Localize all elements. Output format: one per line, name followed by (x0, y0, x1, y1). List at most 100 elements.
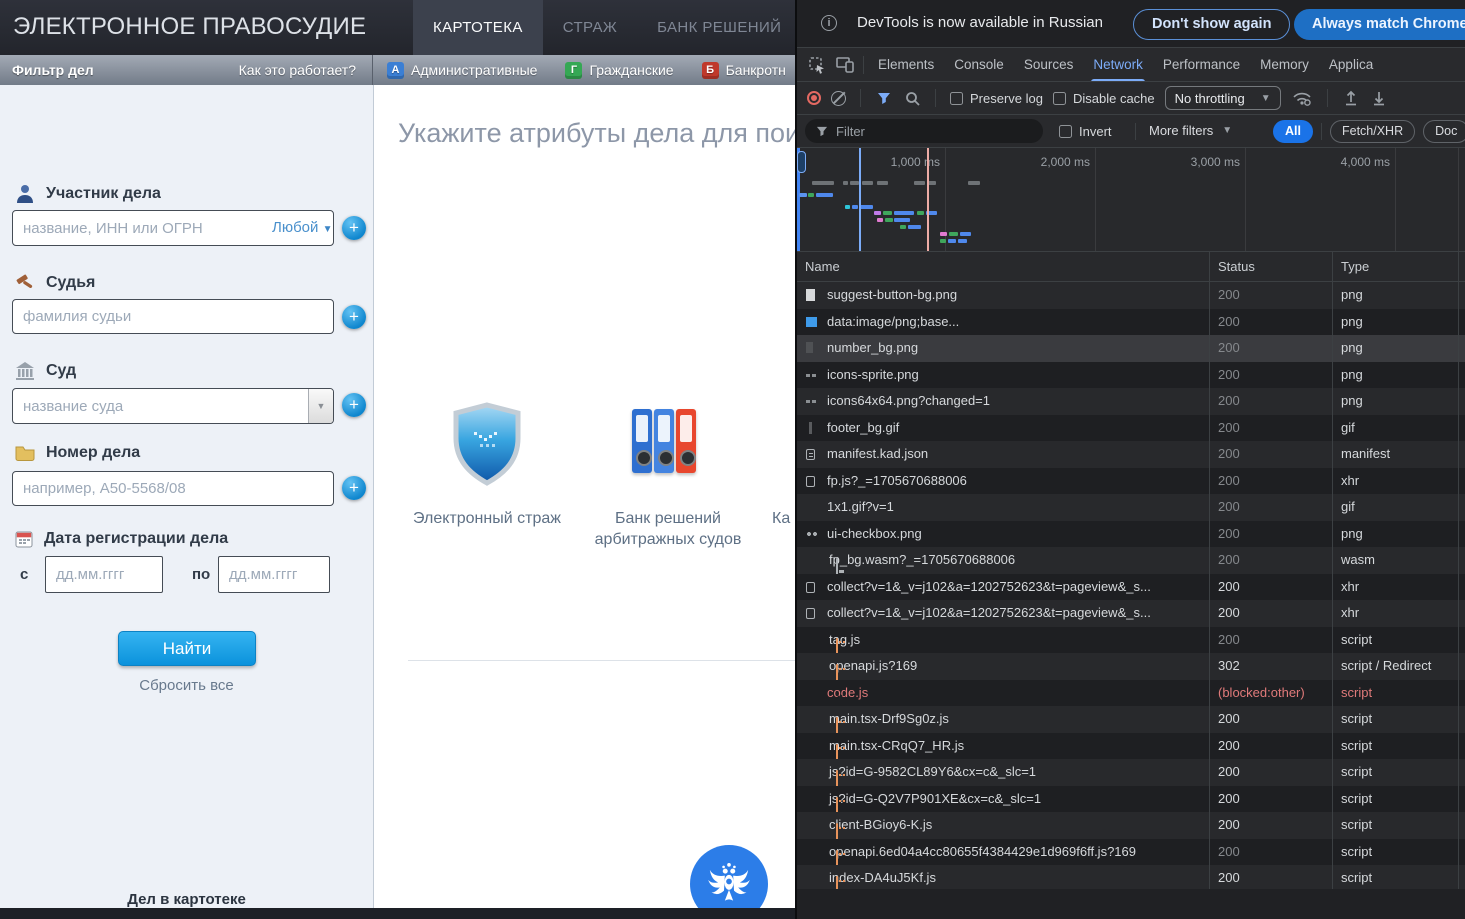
request-initiator[interactable]: la (1458, 388, 1465, 415)
export-har-button[interactable] (1370, 85, 1388, 111)
judge-input[interactable] (12, 299, 334, 334)
clear-network-log-button[interactable] (831, 91, 846, 106)
record-network-log-button[interactable] (807, 91, 821, 105)
disable-cache-toggle[interactable]: Disable cache (1053, 91, 1155, 106)
coat-of-arms-badge[interactable] (690, 845, 768, 908)
invert-filter-toggle[interactable]: Invert (1059, 124, 1112, 139)
network-overview[interactable]: 1,000 ms2,000 ms3,000 ms4,000 ms (797, 148, 1465, 252)
network-request-row[interactable]: data:image/png;base... 200 png la (797, 309, 1465, 336)
date-to-input[interactable] (218, 556, 330, 593)
request-initiator[interactable]: a (1458, 786, 1465, 813)
request-initiator[interactable]: la (1458, 521, 1465, 548)
network-request-row[interactable]: suggest-button-bg.png 200 png u (797, 282, 1465, 309)
dont-show-again-button[interactable]: Don't show again (1133, 9, 1290, 40)
case-tab[interactable]: ББанкротн (702, 62, 786, 79)
network-request-row[interactable]: tag.js 200 script V (797, 627, 1465, 654)
network-request-row[interactable]: client-BGioy6-K.js 200 script m (797, 812, 1465, 839)
devtools-tab-console[interactable]: Console (944, 48, 1014, 82)
date-from-input[interactable] (45, 556, 163, 593)
how-it-works-link[interactable]: Как это работает? (239, 62, 356, 78)
site-tab[interactable]: КАРТОТЕКА (413, 0, 543, 55)
add-court-button[interactable]: + (342, 393, 366, 417)
devtools-tab-performance[interactable]: Performance (1153, 48, 1250, 82)
more-filters-dropdown[interactable]: More filters ▼ (1149, 123, 1232, 138)
site-tab[interactable]: БАНК РЕШЕНИЙ (637, 0, 795, 55)
devtools-tab-memory[interactable]: Memory (1250, 48, 1319, 82)
site-tab[interactable]: СТРАЖ (543, 0, 637, 55)
electronic-guard-label[interactable]: Электронный страж (387, 508, 587, 529)
participant-type-dropdown[interactable]: Любой ▼ (272, 219, 332, 236)
network-request-row[interactable]: collect?v=1&_v=j102&a=1202752623&t=pagev… (797, 574, 1465, 601)
filter-pill[interactable]: All (1273, 120, 1313, 143)
search-button[interactable]: Найти (118, 631, 256, 666)
request-initiator[interactable]: V (1458, 627, 1465, 654)
request-initiator[interactable]: m (1458, 812, 1465, 839)
request-initiator[interactable]: la (1458, 309, 1465, 336)
devtools-tab-sources[interactable]: Sources (1014, 48, 1084, 82)
request-initiator[interactable]: V (1458, 680, 1465, 707)
partial-service-label[interactable]: Ка (772, 508, 795, 529)
case-tab[interactable]: ГГражданские (565, 62, 673, 79)
request-initiator[interactable]: a (1458, 600, 1465, 627)
devtools-tab-applica[interactable]: Applica (1319, 48, 1383, 82)
column-header-initiator[interactable]: In (1458, 252, 1465, 281)
network-request-row[interactable]: ui-checkbox.png 200 png la (797, 521, 1465, 548)
filter-pill[interactable]: Fetch/XHR (1330, 120, 1415, 143)
network-request-row[interactable]: footer_bg.gif 200 gif la (797, 415, 1465, 442)
search-button[interactable] (903, 85, 921, 111)
network-request-row[interactable]: js?id=G-Q2V7P901XE&cx=c&_slc=1 200 scrip… (797, 786, 1465, 813)
column-header-status[interactable]: Status (1209, 252, 1332, 281)
overview-handle[interactable] (797, 151, 806, 173)
request-initiator[interactable]: la (1458, 415, 1465, 442)
case-tab[interactable]: ААдминистративные (387, 62, 537, 79)
device-toolbar-button[interactable] (831, 52, 859, 78)
network-request-row[interactable]: fp_bg.wasm?_=1705670688006 200 wasm V (797, 547, 1465, 574)
preserve-log-toggle[interactable]: Preserve log (950, 91, 1043, 106)
request-initiator[interactable]: a (1458, 759, 1465, 786)
request-initiator[interactable]: u (1458, 282, 1465, 309)
request-initiator[interactable]: la (1458, 494, 1465, 521)
add-case-number-button[interactable]: + (342, 476, 366, 500)
inspect-element-button[interactable] (803, 52, 831, 78)
network-request-row[interactable]: main.tsx-Drf9Sg0z.js 200 script m (797, 706, 1465, 733)
network-request-row[interactable]: openapi.js?169 302 script / Redirect V (797, 653, 1465, 680)
network-request-row[interactable]: js?id=G-9582CL89Y6&cx=c&_slc=1 200 scrip… (797, 759, 1465, 786)
electronic-guard-service[interactable] (450, 402, 524, 491)
request-initiator[interactable]: V (1458, 547, 1465, 574)
request-initiator[interactable]: m (1458, 733, 1465, 760)
network-request-row[interactable]: main.tsx-CRqQ7_HR.js 200 script m (797, 733, 1465, 760)
network-request-row[interactable]: icons64x64.png?changed=1 200 png la (797, 388, 1465, 415)
network-filter-input[interactable]: Filter (805, 119, 1043, 143)
import-har-button[interactable] (1342, 85, 1360, 111)
network-request-row[interactable]: collect?v=1&_v=j102&a=1202752623&t=pagev… (797, 600, 1465, 627)
devtools-tab-elements[interactable]: Elements (868, 48, 944, 82)
filter-pill[interactable]: Doc (1423, 120, 1465, 143)
request-initiator[interactable]: o (1458, 839, 1465, 866)
request-initiator[interactable]: (i (1458, 441, 1465, 468)
network-conditions-button[interactable] (1291, 85, 1313, 111)
request-initiator[interactable]: V (1458, 653, 1465, 680)
network-request-row[interactable]: openapi.6ed04a4cc80655f4384429e1d969f6ff… (797, 839, 1465, 866)
throttling-dropdown[interactable]: No throttling ▼ (1165, 86, 1281, 110)
request-initiator[interactable]: la (1458, 362, 1465, 389)
request-initiator[interactable]: m (1458, 706, 1465, 733)
network-request-row[interactable]: fp.js?_=1705670688006 200 xhr la (797, 468, 1465, 495)
match-language-button[interactable]: Always match Chrome's (1294, 9, 1465, 40)
network-request-row[interactable]: icons-sprite.png 200 png la (797, 362, 1465, 389)
request-initiator[interactable]: la (1458, 468, 1465, 495)
case-number-input[interactable] (12, 471, 334, 506)
decisions-bank-service[interactable] (632, 409, 696, 473)
court-input[interactable] (12, 388, 334, 424)
court-select-arrow[interactable]: ▼ (308, 389, 333, 423)
network-request-row[interactable]: index-DA4uJ5Kf.js 200 script m (797, 865, 1465, 889)
network-request-row[interactable]: number_bg.png 200 png la (797, 335, 1465, 362)
reset-all-link[interactable]: Сбросить все (0, 677, 373, 694)
network-request-row[interactable]: code.js (blocked:other) script V (797, 680, 1465, 707)
column-header-name[interactable]: Name (797, 252, 1209, 281)
devtools-tab-network[interactable]: Network (1083, 48, 1153, 82)
column-header-type[interactable]: Type (1332, 252, 1458, 281)
request-initiator[interactable]: m (1458, 865, 1465, 889)
network-request-row[interactable]: manifest.kad.json 200 manifest (i (797, 441, 1465, 468)
request-initiator[interactable]: la (1458, 335, 1465, 362)
add-judge-button[interactable]: + (342, 305, 366, 329)
